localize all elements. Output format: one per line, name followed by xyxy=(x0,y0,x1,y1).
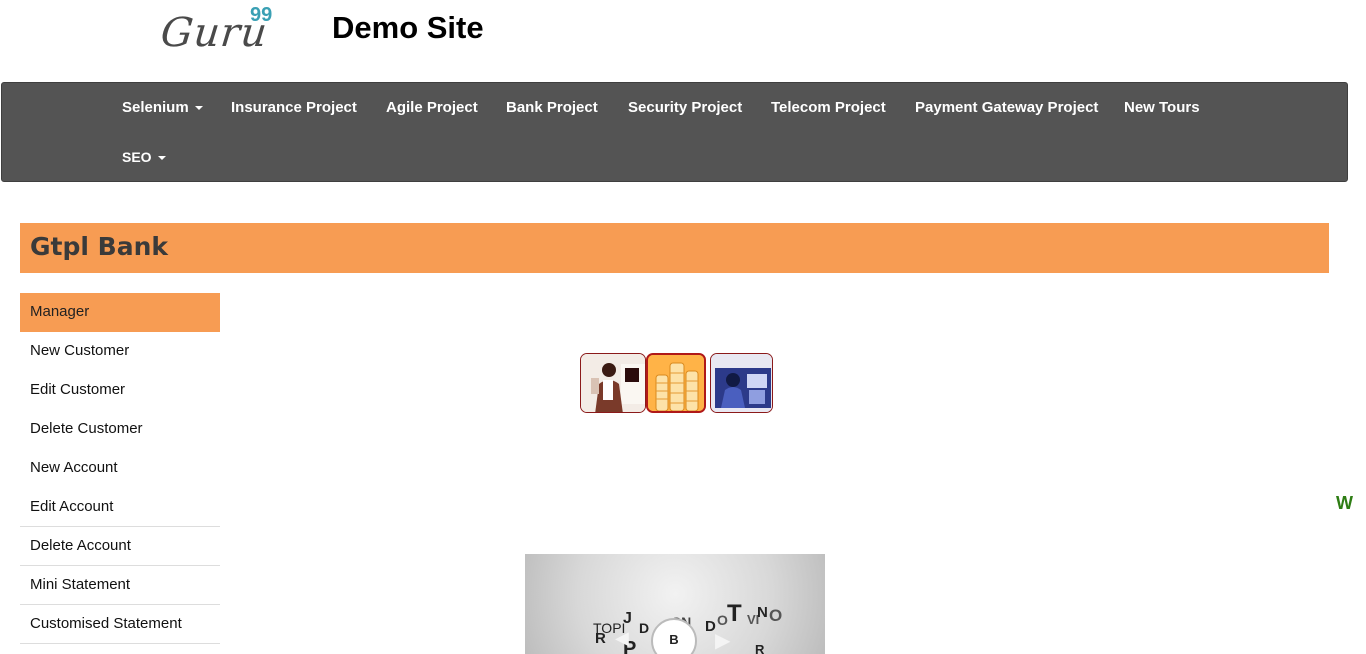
nav-item-label: New Tours xyxy=(1124,99,1200,116)
nav-item-label: Payment Gateway Project xyxy=(915,99,1099,116)
nav-item-label: Selenium xyxy=(122,99,189,116)
menu-item-customised-statement[interactable]: Customised Statement xyxy=(20,605,220,644)
coins-stack-image xyxy=(646,353,706,413)
video-letter-j: J xyxy=(623,610,632,627)
nav-item-seo[interactable]: SEO xyxy=(122,149,166,165)
video-letter-o2: O xyxy=(769,606,783,625)
menu-item-edit-account[interactable]: Edit Account xyxy=(20,488,220,527)
menu-item-manager[interactable]: Manager xyxy=(20,293,220,332)
nav-item-label: Bank Project xyxy=(506,99,598,116)
nav-item-label: SEO xyxy=(122,149,152,165)
menu-item-delete-account[interactable]: Delete Account xyxy=(20,527,220,566)
nav-item-bank-project[interactable]: Bank Project xyxy=(506,99,598,116)
logo-superscript: 99 xyxy=(250,4,273,26)
nav-item-label: Security Project xyxy=(628,99,743,116)
play-button-label: B xyxy=(669,632,679,647)
menu-item-mini-statement[interactable]: Mini Statement xyxy=(20,566,220,605)
bank-title: Gtpl Bank xyxy=(30,232,168,261)
site-title: Demo Site xyxy=(332,10,484,45)
page-header: Guru 99 Demo Site xyxy=(0,0,1366,80)
main-navbar: Selenium Insurance Project Agile Project… xyxy=(1,82,1348,182)
nav-item-label: Insurance Project xyxy=(231,99,357,116)
nav-item-security-project[interactable]: Security Project xyxy=(628,99,742,116)
bank-banner: Gtpl Bank xyxy=(20,223,1329,273)
menu-item-new-customer[interactable]: New Customer xyxy=(20,332,220,371)
nav-item-selenium[interactable]: Selenium xyxy=(122,99,203,116)
video-letter-d: D xyxy=(639,620,650,636)
nav-item-telecom-project[interactable]: Telecom Project xyxy=(771,99,886,116)
menu-item-edit-customer[interactable]: Edit Customer xyxy=(20,371,220,410)
nav-item-label: Agile Project xyxy=(386,99,478,116)
nav-item-insurance-project[interactable]: Insurance Project xyxy=(231,99,357,116)
intro-video[interactable]: TOPI J D R P CN D O T VI N O R ▶ ◀ B xyxy=(525,554,825,654)
banker-photo-image xyxy=(580,353,646,413)
menu-item-new-account[interactable]: New Account xyxy=(20,449,220,488)
caret-down-icon xyxy=(194,106,203,111)
nav-item-payment-gateway-project[interactable]: Payment Gateway Project xyxy=(915,99,1098,116)
menu-item-delete-customer[interactable]: Delete Customer xyxy=(20,410,220,449)
video-letter-r: R xyxy=(595,630,606,647)
manager-sidebar-menu: Manager New Customer Edit Customer Delet… xyxy=(20,293,220,644)
video-back-icon: ◀ xyxy=(615,628,629,648)
nav-item-agile-project[interactable]: Agile Project xyxy=(386,99,478,116)
caret-down-icon xyxy=(157,156,166,161)
customer-photo-image xyxy=(710,353,773,413)
nav-item-new-tours[interactable]: New Tours xyxy=(1124,99,1200,116)
nav-item-label: Telecom Project xyxy=(771,99,886,116)
video-letter-t: T xyxy=(727,600,742,627)
bank-banner-images xyxy=(580,353,773,413)
welcome-marquee: W xyxy=(1336,493,1353,513)
video-forward-icon: ▶ xyxy=(715,630,731,652)
video-letter-n: N xyxy=(757,604,768,621)
video-letter-r2: R xyxy=(755,642,765,654)
